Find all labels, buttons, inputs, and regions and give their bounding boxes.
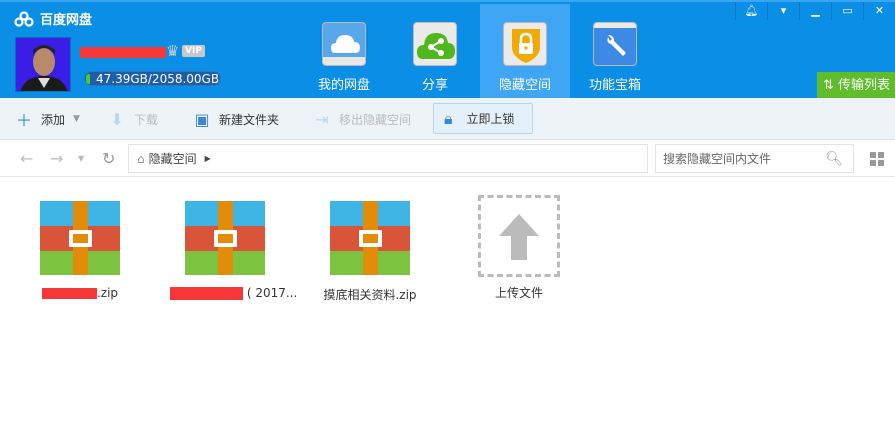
zip-file-icon xyxy=(40,201,120,275)
search-input[interactable]: 搜索隐藏空间内文件 🔍︎ xyxy=(655,144,854,173)
breadcrumb[interactable]: ⌂ 隐藏空间 ▶ xyxy=(128,144,648,173)
close-icon[interactable]: ✕ xyxy=(863,2,895,20)
download-icon: ⬇ xyxy=(110,109,124,129)
cloud-icon xyxy=(322,22,366,66)
move-out-icon: ⇥ xyxy=(315,109,329,129)
transfer-label: 传输列表 xyxy=(838,78,891,93)
download-button[interactable]: ⬇ 下载 xyxy=(108,98,158,140)
transfer-icon: ⇅ xyxy=(823,78,839,93)
maximize-icon[interactable]: ▭ xyxy=(831,2,863,20)
forward-icon[interactable]: → xyxy=(50,149,63,168)
add-button[interactable]: ＋ 添加 ▼ xyxy=(15,98,80,140)
share-icon xyxy=(413,22,457,66)
file-item[interactable]: .zip xyxy=(25,195,135,300)
avatar-photo xyxy=(20,45,68,91)
cloud-logo-icon xyxy=(14,10,34,27)
window-controls: 🔔︎ ▾ ▁ ▭ ✕ xyxy=(735,2,895,20)
move-out-label: 移出隐藏空间 xyxy=(339,112,412,127)
upload-file-button[interactable] xyxy=(478,195,560,277)
back-icon[interactable]: ← xyxy=(20,149,33,168)
upload-label: 上传文件 xyxy=(494,286,543,300)
search-icon[interactable]: 🔍︎ xyxy=(825,151,843,167)
lock-now-button[interactable]: 🔒︎ 立即上锁 xyxy=(433,103,533,134)
nav-label: 分享 xyxy=(421,78,448,93)
quota-fill xyxy=(86,74,90,84)
filename-redacted xyxy=(41,288,97,299)
file-item[interactable]: 摸底相关资料.zip xyxy=(315,195,425,303)
file-name: 摸底相关资料.zip xyxy=(323,288,417,302)
lock-label: 立即上锁 xyxy=(466,112,515,126)
nav-label: 我的网盘 xyxy=(317,78,370,93)
toolbar: ＋ 添加 ▼ ⬇ 下载 ▣ 新建文件夹 ⇥ 移出隐藏空间 🔒︎ 立即上锁 xyxy=(0,98,895,140)
wrench-icon xyxy=(593,22,637,66)
header: 百度网盘 ♛ VIP 47.39GB/2058.00GB 我的网盘 分享 隐藏空间… xyxy=(0,0,895,100)
move-out-button[interactable]: ⇥ 移出隐藏空间 xyxy=(313,98,411,140)
bell-icon[interactable]: 🔔︎ xyxy=(735,2,767,20)
file-item[interactable]: ( 2017... xyxy=(170,195,297,300)
username-redacted xyxy=(80,47,166,58)
new-folder-button[interactable]: ▣ 新建文件夹 xyxy=(193,98,279,140)
home-icon[interactable]: ⌂ xyxy=(137,152,145,166)
new-folder-icon: ▣ xyxy=(194,109,210,129)
nav-label: 功能宝箱 xyxy=(588,78,641,93)
file-name: ( 2017... xyxy=(246,286,298,300)
plus-icon: ＋ xyxy=(15,111,32,130)
app-logo: 百度网盘 xyxy=(14,9,92,28)
vip-badge[interactable]: ♛ VIP xyxy=(166,42,205,60)
address-row: ← → ▼ ↻ ⌂ 隐藏空间 ▶ 搜索隐藏空间内文件 🔍︎ xyxy=(0,141,895,177)
grid-view-icon[interactable] xyxy=(870,152,884,166)
chevron-down-icon[interactable]: ▼ xyxy=(73,114,80,124)
nav-my-disk[interactable]: 我的网盘 xyxy=(299,4,389,100)
breadcrumb-current[interactable]: 隐藏空间 xyxy=(149,150,197,167)
menu-dropdown-icon[interactable]: ▾ xyxy=(767,2,799,20)
transfer-list-button[interactable]: ⇅ 传输列表 xyxy=(817,72,895,100)
file-name: .zip xyxy=(96,286,119,300)
nav-toolbox[interactable]: 功能宝箱 xyxy=(570,4,660,100)
lock-icon: 🔒︎ xyxy=(444,108,453,128)
vip-label: VIP xyxy=(182,45,205,57)
breadcrumb-arrow-icon[interactable]: ▶ xyxy=(205,154,211,163)
new-folder-label: 新建文件夹 xyxy=(219,112,280,127)
zip-file-icon xyxy=(185,201,265,275)
avatar[interactable] xyxy=(15,37,71,92)
crown-icon: ♛ xyxy=(166,42,180,60)
minimize-icon[interactable]: ▁ xyxy=(799,2,831,20)
search-placeholder: 搜索隐藏空间内文件 xyxy=(663,152,772,166)
quota-bar: 47.39GB/2058.00GB xyxy=(84,71,221,86)
shield-lock-icon xyxy=(503,22,547,66)
nav-hidden-space[interactable]: 隐藏空间 xyxy=(480,4,570,100)
app-title: 百度网盘 xyxy=(40,13,93,28)
filename-redacted xyxy=(170,287,243,300)
zip-file-icon xyxy=(330,201,410,275)
refresh-icon[interactable]: ↻ xyxy=(102,149,115,168)
history-dropdown-icon[interactable]: ▼ xyxy=(78,154,84,163)
quota-text: 47.39GB/2058.00GB xyxy=(96,72,220,86)
nav-share[interactable]: 分享 xyxy=(390,4,480,100)
download-label: 下载 xyxy=(134,112,159,127)
upload-arrow-icon xyxy=(499,214,539,260)
nav-label: 隐藏空间 xyxy=(498,78,551,93)
add-label: 添加 xyxy=(41,112,66,127)
